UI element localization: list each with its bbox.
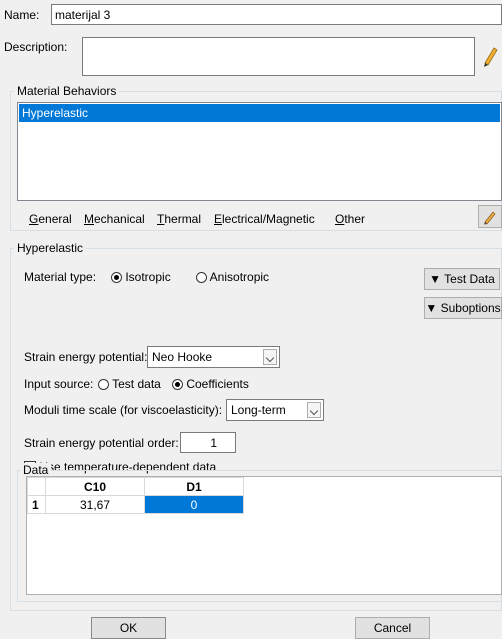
material-type-label: Material type:: [24, 270, 97, 284]
material-behaviors-title: Material Behaviors: [14, 84, 120, 98]
description-input[interactable]: [82, 37, 475, 76]
strain-energy-label: Strain energy potential:: [24, 350, 148, 364]
menu-mechanical-mnemonic: M: [84, 212, 94, 226]
edit-pencil-icon[interactable]: [481, 42, 499, 68]
isotropic-radio[interactable]: Isotropic: [111, 270, 171, 284]
table-row: 1 31,67 0: [27, 495, 244, 514]
anisotropic-label: Anisotropic: [209, 270, 270, 284]
menu-mechanical[interactable]: Mechanical: [84, 212, 145, 226]
chevron-down-icon[interactable]: [263, 349, 277, 365]
test-data-button[interactable]: ▼ Test Data: [424, 268, 500, 290]
menu-mechanical-rest: echanical: [94, 212, 145, 226]
isotropic-radio-indicator[interactable]: [111, 272, 122, 283]
triangle-down-icon: ▼: [429, 272, 442, 286]
row-index: 1: [27, 495, 46, 514]
behaviors-list[interactable]: Hyperelastic: [17, 102, 502, 201]
behavior-item-hyperelastic[interactable]: Hyperelastic: [19, 104, 500, 122]
hyperelastic-title: Hyperelastic: [14, 241, 87, 255]
anisotropic-radio[interactable]: Anisotropic: [196, 270, 269, 284]
menu-electrical-magnetic[interactable]: Electrical/Magnetic: [214, 212, 315, 226]
data-title: Data: [20, 463, 52, 477]
cell-c10[interactable]: 31,67: [45, 495, 145, 514]
column-header-c10: C10: [45, 477, 145, 496]
moduli-value: Long-term: [231, 403, 286, 417]
anisotropic-radio-indicator[interactable]: [196, 272, 207, 283]
menu-general[interactable]: General: [29, 212, 72, 226]
order-label: Strain energy potential order:: [24, 436, 179, 450]
name-input[interactable]: materijal 3: [51, 4, 502, 25]
menu-other-rest: ther: [344, 212, 366, 226]
menu-general-mnemonic: G: [29, 212, 39, 226]
menu-electrical-mnemonic: E: [214, 212, 223, 226]
pencil-icon: [484, 211, 496, 225]
test-data-radio-indicator[interactable]: [98, 379, 109, 390]
suboptions-button[interactable]: ▼ Suboptions: [424, 297, 502, 319]
coefficients-radio-indicator[interactable]: [172, 379, 183, 390]
test-data-label: Test Data: [444, 272, 495, 286]
menu-thermal[interactable]: Thermal: [157, 212, 201, 226]
triangle-down-icon: ▼: [425, 301, 438, 315]
coefficients-radio[interactable]: Coefficients: [172, 377, 249, 391]
coefficients-label: Coefficients: [186, 377, 249, 391]
ok-button[interactable]: OK: [91, 617, 166, 639]
chevron-down-icon[interactable]: [307, 402, 321, 418]
name-value[interactable]: materijal 3: [55, 8, 110, 22]
menu-other-mnemonic: O: [335, 212, 345, 226]
menu-general-rest: eneral: [38, 212, 72, 226]
data-grid[interactable]: C10 D1 1 31,67 0: [26, 476, 502, 595]
test-data-radio-label: Test data: [112, 377, 161, 391]
test-data-radio[interactable]: Test data: [98, 377, 161, 391]
input-source-label: Input source:: [24, 377, 94, 391]
menu-other[interactable]: Other: [335, 212, 365, 226]
moduli-label: Moduli time scale (for viscoelasticity):: [24, 403, 223, 417]
strain-energy-select[interactable]: Neo Hooke: [147, 346, 280, 368]
order-input[interactable]: 1: [180, 432, 236, 453]
data-table: C10 D1 1 31,67 0: [27, 477, 244, 514]
menu-thermal-rest: hermal: [164, 212, 202, 226]
name-label: Name:: [4, 8, 40, 22]
moduli-select[interactable]: Long-term: [226, 399, 324, 421]
strain-energy-value: Neo Hooke: [152, 350, 213, 364]
menu-electrical-rest: lectrical/Magnetic: [222, 212, 315, 226]
cancel-button[interactable]: Cancel: [355, 617, 430, 639]
edit-behavior-button[interactable]: [478, 205, 502, 228]
cell-d1[interactable]: 0: [144, 495, 244, 514]
order-value[interactable]: 1: [210, 436, 217, 450]
isotropic-label: Isotropic: [125, 270, 171, 284]
description-label: Description:: [4, 40, 68, 54]
corner-cell: [27, 477, 46, 496]
column-header-d1: D1: [144, 477, 244, 496]
suboptions-label: Suboptions: [440, 301, 501, 315]
